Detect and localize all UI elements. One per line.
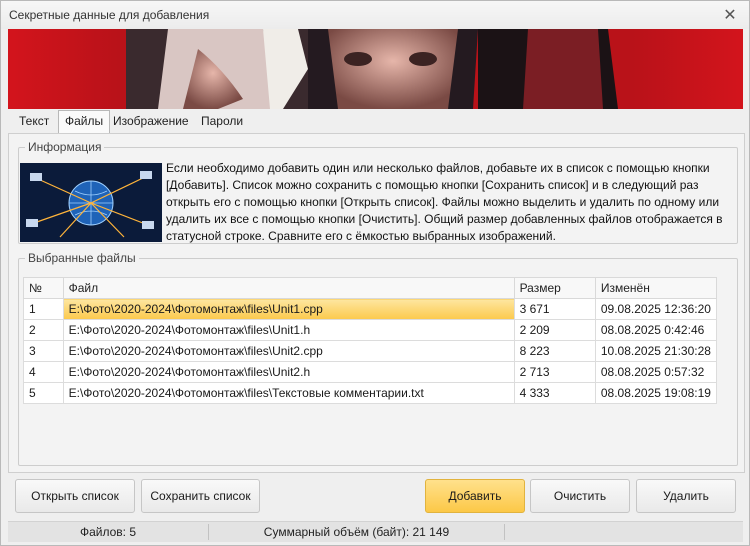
row-size: 3 671	[513, 298, 596, 320]
tab-text[interactable]: Текст	[13, 111, 55, 131]
status-bar: Файлов: 5 Суммарный объём (байт): 21 149	[8, 521, 743, 542]
info-legend: Информация	[28, 140, 102, 154]
table-row[interactable]: 3 E:\Фото\2020-2024\Фотомонтаж\files\Uni…	[23, 340, 718, 362]
table-row[interactable]: 5 E:\Фото\2020-2024\Фотомонтаж\files\Тек…	[23, 382, 718, 404]
tab-files[interactable]: Файлы	[58, 110, 111, 133]
column-header-number[interactable]: №	[23, 277, 64, 299]
row-modified: 08.08.2025 0:42:46	[594, 319, 718, 341]
row-file-path[interactable]: E:\Фото\2020-2024\Фотомонтаж\files\Unit1…	[62, 319, 515, 341]
open-list-button[interactable]: Открыть список	[15, 479, 135, 513]
delete-button[interactable]: Удалить	[636, 479, 736, 513]
row-number: 3	[23, 340, 64, 362]
column-header-file[interactable]: Файл	[62, 277, 515, 299]
title-bar: Секретные данные для добавления ✕	[1, 1, 749, 29]
column-header-size[interactable]: Размер	[513, 277, 596, 299]
row-file-path[interactable]: E:\Фото\2020-2024\Фотомонтаж\files\Текст…	[62, 382, 515, 404]
row-modified: 10.08.2025 21:30:28	[594, 340, 718, 362]
table-row[interactable]: 1 E:\Фото\2020-2024\Фотомонтаж\files\Uni…	[23, 298, 718, 320]
network-globe-image	[20, 163, 162, 242]
clear-button[interactable]: Очистить	[530, 479, 630, 513]
tab-passwords[interactable]: Пароли	[195, 111, 249, 131]
row-modified: 09.08.2025 12:36:20	[594, 298, 718, 320]
row-size: 4 333	[513, 382, 596, 404]
status-total-size: Суммарный объём (байт): 21 149	[263, 525, 450, 539]
row-file-path[interactable]: E:\Фото\2020-2024\Фотомонтаж\files\Unit2…	[62, 361, 515, 383]
row-size: 2 209	[513, 319, 596, 341]
table-header-row: № Файл Размер Изменён	[23, 277, 718, 299]
info-group: Информация Если необходимо добавить один…	[18, 140, 738, 244]
row-size: 8 223	[513, 340, 596, 362]
files-tab-panel: Информация Если необходимо добавить один…	[8, 133, 745, 473]
row-number: 2	[23, 319, 64, 341]
banner-artwork	[8, 29, 743, 109]
save-list-button[interactable]: Сохранить список	[141, 479, 260, 513]
status-separator	[504, 524, 505, 540]
row-modified: 08.08.2025 19:08:19	[594, 382, 718, 404]
table-row[interactable]: 4 E:\Фото\2020-2024\Фотомонтаж\files\Uni…	[23, 361, 718, 383]
table-row[interactable]: 2 E:\Фото\2020-2024\Фотомонтаж\files\Uni…	[23, 319, 718, 341]
row-modified: 08.08.2025 0:57:32	[594, 361, 718, 383]
info-text: Если необходимо добавить один или нескол…	[166, 161, 723, 243]
row-size: 2 713	[513, 361, 596, 383]
close-icon[interactable]: ✕	[721, 5, 739, 25]
row-number: 4	[23, 361, 64, 383]
tab-image[interactable]: Изображение	[107, 111, 195, 131]
files-table: № Файл Размер Изменён 1 E:\Фото\2020-202…	[23, 277, 718, 404]
files-legend: Выбранные файлы	[28, 251, 136, 265]
row-file-path[interactable]: E:\Фото\2020-2024\Фотомонтаж\files\Unit2…	[62, 340, 515, 362]
main-window: Секретные данные для добавления ✕ Текст …	[0, 0, 750, 546]
column-header-modified[interactable]: Изменён	[594, 277, 718, 299]
row-number: 5	[23, 382, 64, 404]
status-files-count: Файлов: 5	[79, 525, 137, 539]
selected-files-group: Выбранные файлы № Файл Размер Изменён 1	[18, 251, 738, 466]
add-button[interactable]: Добавить	[425, 479, 525, 513]
row-number: 1	[23, 298, 64, 320]
banner-image	[8, 29, 743, 109]
window-title: Секретные данные для добавления	[9, 8, 210, 22]
row-file-path[interactable]: E:\Фото\2020-2024\Фотомонтаж\files\Unit1…	[62, 298, 515, 320]
